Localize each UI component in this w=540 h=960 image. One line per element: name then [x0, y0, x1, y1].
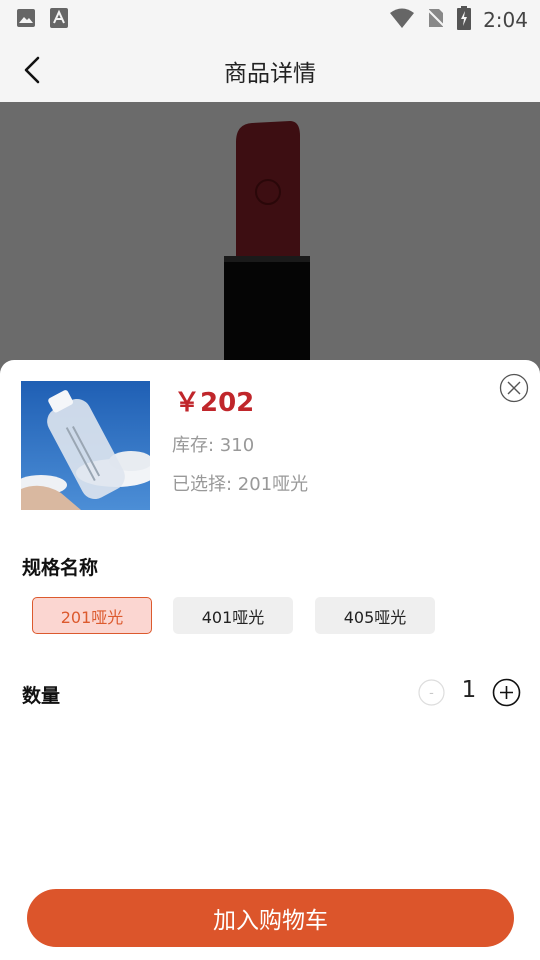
minus-circle-icon: - [418, 679, 445, 706]
product-thumbnail [21, 381, 150, 510]
clock: 2:04 [483, 8, 528, 32]
spec-title: 规格名称 [22, 557, 99, 579]
plus-circle-icon [492, 678, 521, 707]
product-hero-image [0, 102, 540, 382]
no-sim-icon [427, 7, 445, 33]
spec-option-201[interactable]: 201哑光 [32, 597, 152, 634]
spec-option-401[interactable]: 401哑光 [173, 597, 293, 634]
status-bar: 2:04 [0, 0, 540, 36]
quantity-increase-button[interactable] [492, 678, 521, 707]
quantity-value[interactable]: 1 [455, 677, 483, 703]
font-a-icon [50, 8, 68, 32]
battery-charging-icon [457, 6, 472, 34]
svg-text:-: - [429, 686, 434, 701]
spec-selection-sheet: ￥202 库存: 310 已选择: 201哑光 规格名称 201哑光 401哑光… [0, 360, 540, 960]
add-to-cart-button[interactable]: 加入购物车 [27, 889, 514, 947]
close-circle-icon [499, 373, 529, 403]
stock-count: 库存: 310 [172, 435, 255, 456]
page-title: 商品详情 [224, 61, 316, 87]
quantity-title: 数量 [22, 685, 61, 707]
image-icon [16, 8, 36, 32]
selected-spec-text: 已选择: 201哑光 [172, 474, 309, 495]
close-button[interactable] [499, 373, 529, 403]
quantity-decrease-button[interactable]: - [418, 679, 445, 706]
product-price: ￥202 [174, 388, 255, 418]
app-bar: 商品详情 [0, 36, 540, 102]
wifi-icon [389, 7, 415, 33]
spec-option-405[interactable]: 405哑光 [315, 597, 435, 634]
